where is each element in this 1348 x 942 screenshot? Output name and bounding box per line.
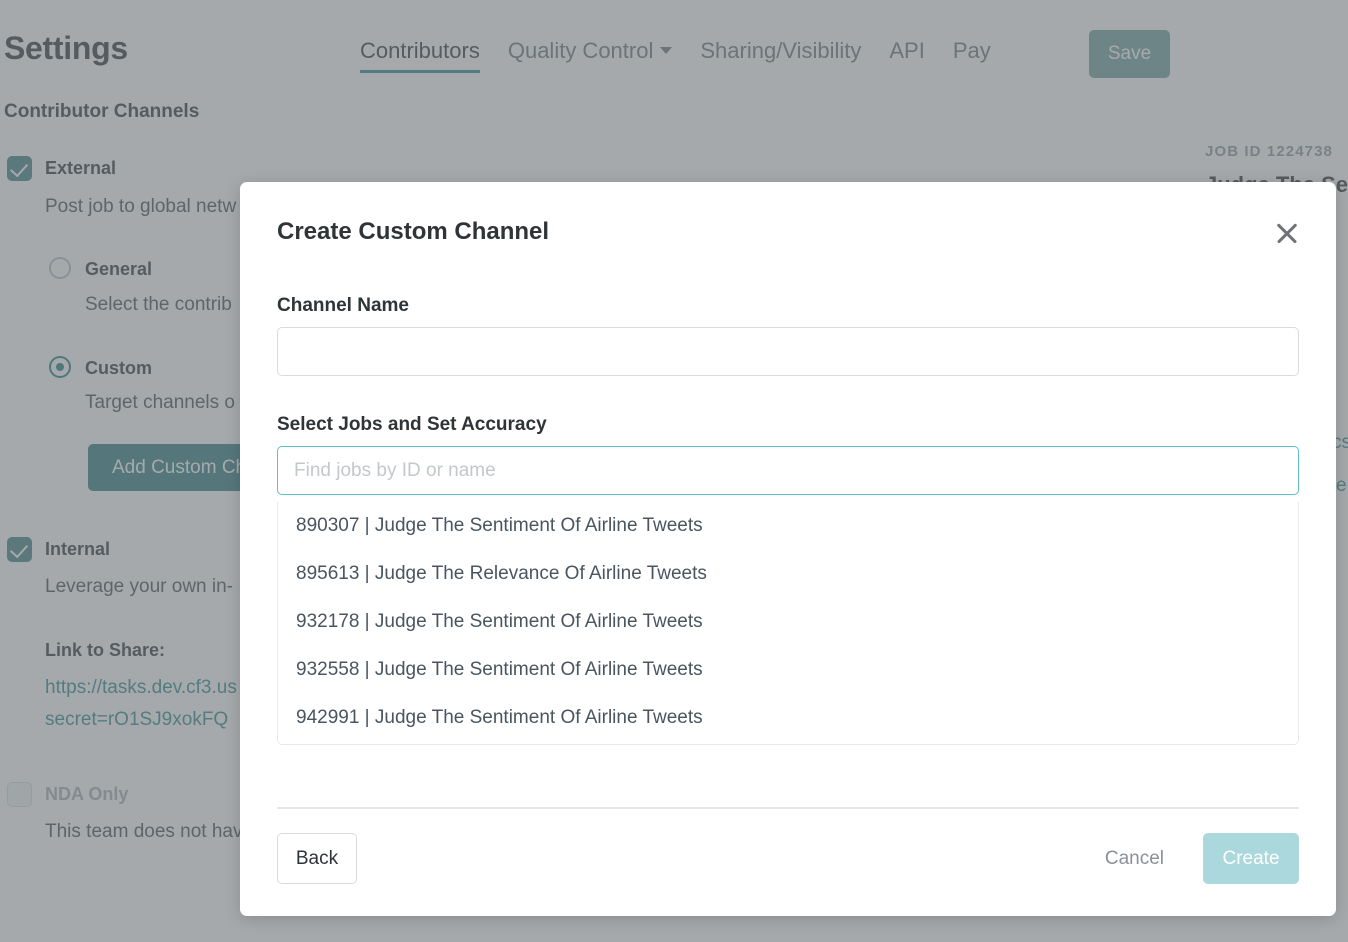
job-search-input[interactable] [277, 446, 1299, 495]
list-item[interactable]: 932178 | Judge The Sentiment Of Airline … [278, 598, 1298, 646]
modal-title: Create Custom Channel [277, 218, 550, 245]
list-item[interactable]: 942991 | Judge The Sentiment Of Airline … [278, 694, 1298, 742]
list-item[interactable]: 890307 | Judge The Sentiment Of Airline … [278, 502, 1298, 550]
channel-name-label: Channel Name [277, 295, 409, 316]
create-custom-channel-modal: Create Custom Channel Channel Name Selec… [240, 182, 1336, 916]
create-button[interactable]: Create [1203, 833, 1299, 884]
select-jobs-label: Select Jobs and Set Accuracy [277, 414, 547, 435]
channel-name-input[interactable] [277, 327, 1299, 376]
footer-divider [277, 807, 1299, 809]
cancel-button[interactable]: Cancel [1105, 833, 1164, 884]
back-button[interactable]: Back [277, 833, 357, 884]
list-item[interactable]: 932558 | Judge The Sentiment Of Airline … [278, 646, 1298, 694]
close-icon[interactable] [1270, 216, 1304, 250]
list-item[interactable]: 895613 | Judge The Relevance Of Airline … [278, 550, 1298, 598]
job-results-list[interactable]: 890307 | Judge The Sentiment Of Airline … [277, 502, 1299, 745]
